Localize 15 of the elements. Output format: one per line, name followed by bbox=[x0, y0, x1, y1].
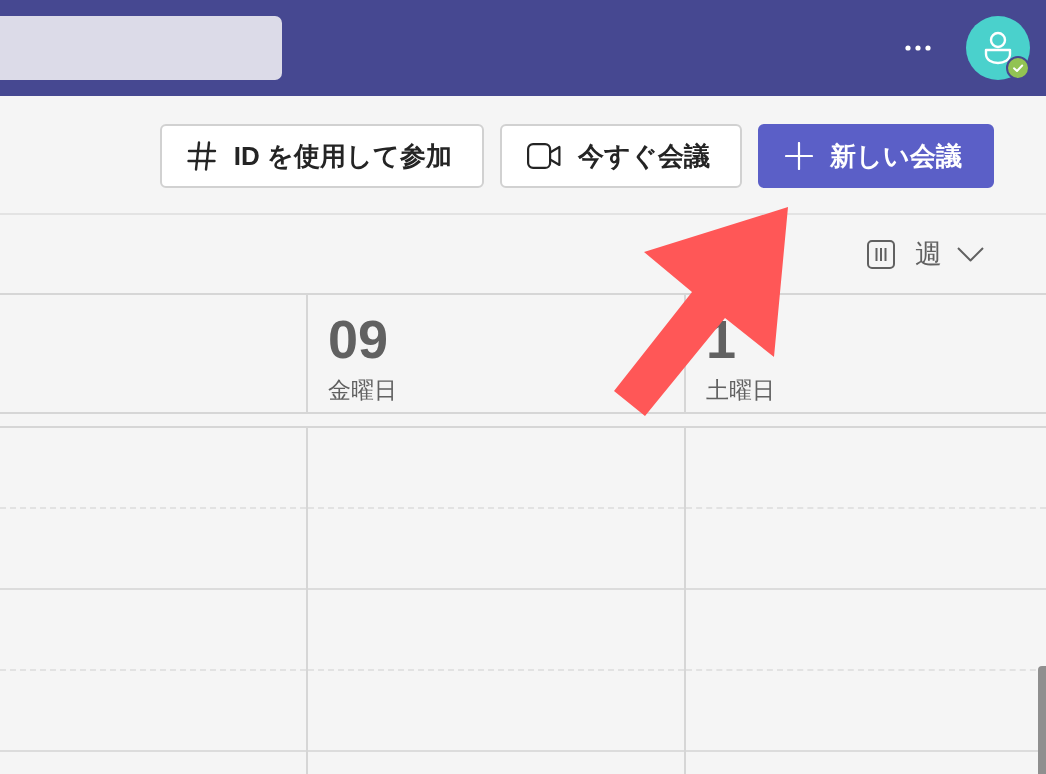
scrollbar-thumb[interactable] bbox=[1038, 666, 1046, 774]
join-with-id-button[interactable]: ID を使用して参加 bbox=[159, 124, 484, 188]
hash-icon bbox=[186, 141, 217, 171]
weekday-label: 金曜日 bbox=[328, 379, 397, 402]
search-field[interactable] bbox=[0, 16, 282, 80]
new-meeting-button[interactable]: 新しい会議 bbox=[758, 124, 994, 188]
view-switcher-dropdown[interactable]: 週 bbox=[867, 239, 984, 269]
chevron-down-icon bbox=[957, 246, 984, 262]
plus-icon bbox=[785, 142, 813, 170]
day-number: 09 bbox=[328, 312, 389, 366]
weekday-label: 土曜日 bbox=[706, 379, 775, 402]
video-camera-icon bbox=[527, 143, 561, 169]
meet-now-button[interactable]: 今すぐ会議 bbox=[500, 124, 742, 188]
calendar-columns-icon bbox=[867, 239, 895, 269]
more-options-icon[interactable] bbox=[905, 45, 931, 51]
